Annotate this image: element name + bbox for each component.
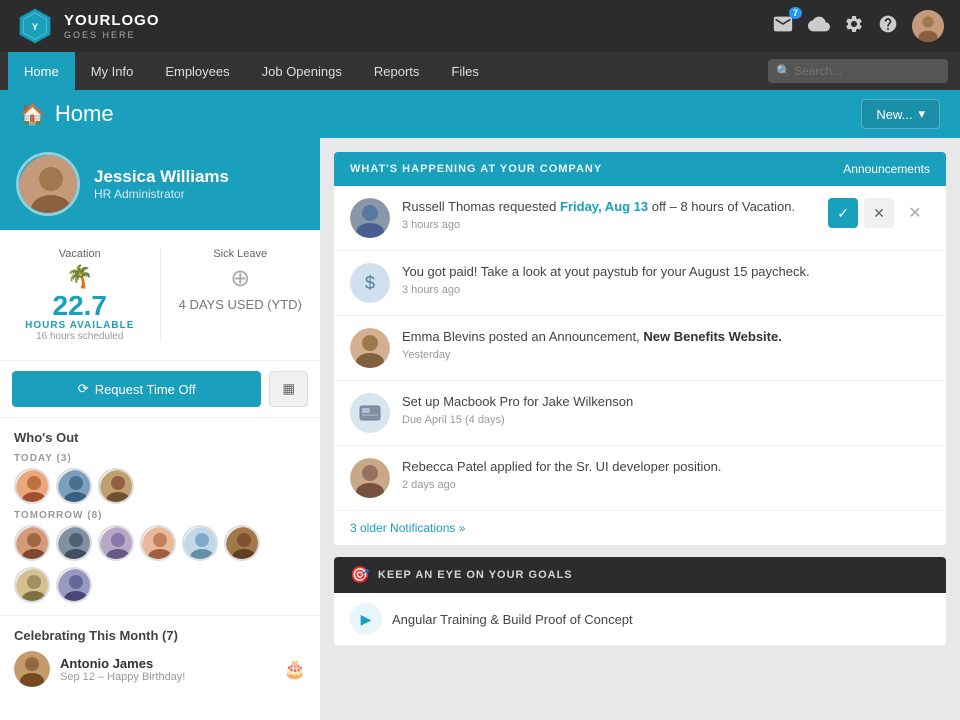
nav-item-employees[interactable]: Employees	[149, 52, 245, 90]
today-out-avatars	[14, 468, 306, 504]
profile-avatar	[16, 152, 80, 216]
notification-item-5: Rebecca Patel applied for the Sr. UI dev…	[334, 446, 946, 511]
search-input[interactable]	[768, 59, 948, 83]
search-icon: 🔍	[776, 64, 791, 78]
notif-avatar-5	[350, 458, 390, 498]
main-content: Jessica Williams HR Administrator Vacati…	[0, 138, 960, 720]
calculator-button[interactable]: ▦	[269, 371, 308, 407]
profile-section: Jessica Williams HR Administrator	[0, 138, 320, 230]
nav-item-jobopenings[interactable]: Job Openings	[246, 52, 358, 90]
tomorrow-out-avatars-row2	[14, 567, 306, 603]
notification-badge: 7	[789, 7, 802, 19]
tomorrow-out-avatars	[14, 525, 306, 561]
svg-text:Y: Y	[32, 22, 39, 33]
notif-body-1: Russell Thomas requested Friday, Aug 13 …	[402, 198, 816, 231]
nav-search-wrap: 🔍	[768, 59, 948, 83]
profile-info: Jessica Williams HR Administrator	[94, 167, 229, 201]
cake-icon: 🎂	[284, 659, 306, 680]
sidebar: Jessica Williams HR Administrator Vacati…	[0, 138, 320, 720]
notifications-icon[interactable]: 7	[772, 13, 794, 40]
svg-text:$: $	[365, 273, 375, 293]
notification-item-4: Set up Macbook Pro for Jake Wilkenson Du…	[334, 381, 946, 446]
vacation-block: Vacation 🌴 22.7 HOURS AVAILABLE 16 hours…	[0, 240, 160, 350]
announcements-link[interactable]: Announcements	[843, 162, 930, 176]
actions-row: ⟳ Request Time Off ▦	[0, 361, 320, 418]
logo-icon: Y	[16, 7, 54, 45]
calc-icon: ▦	[282, 381, 295, 396]
celebrating-section: Celebrating This Month (7) Antonio James…	[0, 616, 320, 699]
help-icon[interactable]	[878, 14, 898, 39]
announcements-card: WHAT'S HAPPENING AT YOUR COMPANY Announc…	[334, 152, 946, 545]
page-title-wrap: 🏠 Home	[20, 101, 114, 127]
avatar-tmr-2	[56, 525, 92, 561]
celebrate-item: Antonio James Sep 12 – Happy Birthday! 🎂	[14, 651, 306, 687]
top-icons: 7	[772, 10, 944, 42]
avatar-tmr-4	[140, 525, 176, 561]
profile-role: HR Administrator	[94, 187, 229, 201]
logo-text: YOURLOGO GOES HERE	[64, 12, 160, 41]
notif-avatar-2: $	[350, 263, 390, 303]
avatar-out-1	[14, 468, 50, 504]
avatar-out-3	[98, 468, 134, 504]
new-button[interactable]: New... ▾	[861, 99, 940, 129]
notification-item-2: $ You got paid! Take a look at yout pays…	[334, 251, 946, 316]
notif-body-2: You got paid! Take a look at yout paystu…	[402, 263, 930, 296]
avatar-out-2	[56, 468, 92, 504]
nav-item-home[interactable]: Home	[8, 52, 75, 90]
profile-name: Jessica Williams	[94, 167, 229, 187]
cloud-icon[interactable]	[808, 13, 830, 40]
avatar-tmr-6	[224, 525, 260, 561]
sick-icon: ⊕	[169, 264, 313, 293]
logo-area: Y YOURLOGO GOES HERE	[16, 7, 160, 45]
time-card: Vacation 🌴 22.7 HOURS AVAILABLE 16 hours…	[0, 230, 320, 361]
sick-leave-block: Sick Leave ⊕ 4 DAYS USED (YTD)	[161, 240, 321, 350]
whos-out-section: Who's Out TODAY (3) TOMORROW (8)	[0, 418, 320, 616]
notif-avatar-3	[350, 328, 390, 368]
avatar-tmr-3	[98, 525, 134, 561]
page-header: 🏠 Home New... ▾	[0, 90, 960, 138]
avatar-tmr-1	[14, 525, 50, 561]
avatar-tmr-7	[14, 567, 50, 603]
settings-icon[interactable]	[844, 14, 864, 39]
right-content: WHAT'S HAPPENING AT YOUR COMPANY Announc…	[320, 138, 960, 720]
close-button[interactable]: ✕	[900, 198, 930, 228]
home-icon: 🏠	[20, 102, 45, 127]
user-avatar-top[interactable]	[912, 10, 944, 42]
nav-item-reports[interactable]: Reports	[358, 52, 436, 90]
nav-item-myinfo[interactable]: My Info	[75, 52, 150, 90]
chevron-down-icon: ▾	[918, 106, 925, 122]
page-title: Home	[55, 101, 114, 127]
avatar-tmr-8	[56, 567, 92, 603]
notif-avatar-4	[350, 393, 390, 433]
nav-item-files[interactable]: Files	[435, 52, 494, 90]
older-notifications-link[interactable]: 3 older Notifications »	[334, 511, 946, 545]
celebrate-avatar	[14, 651, 50, 687]
notif-avatar-1	[350, 198, 390, 238]
notif-body-4: Set up Macbook Pro for Jake Wilkenson Du…	[402, 393, 930, 426]
celebrate-info: Antonio James Sep 12 – Happy Birthday!	[60, 656, 274, 683]
goals-header: 🎯 KEEP AN EYE ON YOUR GOALS	[334, 557, 946, 593]
announcements-header: WHAT'S HAPPENING AT YOUR COMPANY Announc…	[334, 152, 946, 186]
goal-item-1: ▶ Angular Training & Build Proof of Conc…	[334, 593, 946, 646]
deny-button[interactable]: ✕	[864, 198, 894, 228]
notification-item-1: Russell Thomas requested Friday, Aug 13 …	[334, 186, 946, 251]
request-time-off-button[interactable]: ⟳ Request Time Off	[12, 371, 261, 407]
top-bar: Y YOURLOGO GOES HERE 7	[0, 0, 960, 52]
approve-button[interactable]: ✓	[828, 198, 858, 228]
vacation-icon: 🌴	[8, 264, 152, 290]
refresh-icon: ⟳	[78, 381, 89, 397]
notif-body-5: Rebecca Patel applied for the Sr. UI dev…	[402, 458, 930, 491]
nav-bar: Home My Info Employees Job Openings Repo…	[0, 52, 960, 90]
notif-body-3: Emma Blevins posted an Announcement, New…	[402, 328, 930, 361]
goal-item-icon: ▶	[350, 603, 382, 635]
notification-item-3: Emma Blevins posted an Announcement, New…	[334, 316, 946, 381]
avatar-tmr-5	[182, 525, 218, 561]
notif-actions-1: ✓ ✕ ✕	[828, 198, 930, 228]
goals-icon: 🎯	[350, 565, 370, 585]
goals-card: 🎯 KEEP AN EYE ON YOUR GOALS ▶ Angular Tr…	[334, 557, 946, 646]
